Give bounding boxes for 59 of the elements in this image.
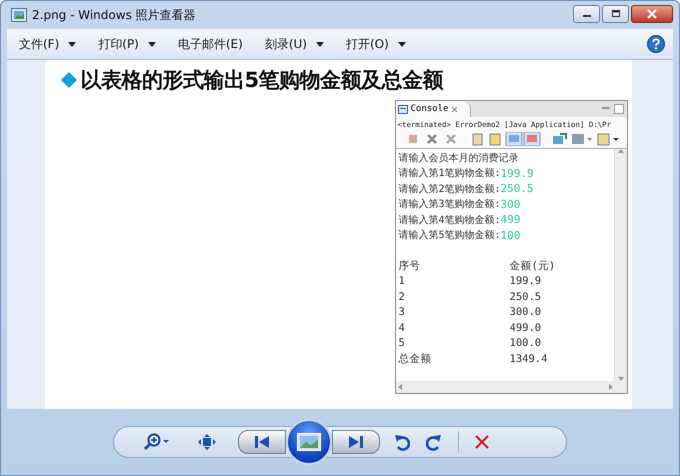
- prompt-text: 请输入第1笔购物金额:: [398, 166, 501, 180]
- maximize-icon[interactable]: [614, 104, 624, 114]
- zoom-icon[interactable]: [144, 433, 170, 451]
- input-value: 100: [500, 228, 520, 242]
- table-cell-text: 2: [398, 290, 406, 303]
- help-icon[interactable]: [647, 35, 665, 53]
- menu-item[interactable]: 刻录(U): [256, 34, 332, 54]
- table-cell-text: 4: [398, 322, 406, 334]
- input-value: 250.5: [500, 182, 534, 196]
- next-button[interactable]: [332, 430, 380, 454]
- table-cell-text: 1: [398, 275, 406, 288]
- table-cell-text: 300.0: [510, 306, 542, 318]
- delete-icon[interactable]: [475, 435, 489, 449]
- column-header: 金额(元): [510, 258, 556, 273]
- next-icon: [349, 435, 363, 449]
- table-cell-text: 3: [398, 306, 406, 318]
- close-icon: [646, 9, 658, 19]
- prompt-text: 请输入第2笔购物金额:: [398, 182, 501, 196]
- slide-heading: 以表格的形式输出5笔购物金额及总金额: [44, 60, 632, 94]
- previous-button[interactable]: [238, 430, 286, 454]
- app-icon: [11, 8, 27, 22]
- maximize-icon: [610, 10, 620, 18]
- menu-item[interactable]: 打印(P): [90, 34, 164, 54]
- caret-icon: [316, 42, 324, 46]
- fit-window-icon[interactable]: [198, 434, 216, 450]
- caret-icon: [148, 42, 156, 46]
- input-value: 300: [500, 198, 520, 211]
- caret-icon: [398, 42, 406, 46]
- window-title: 2.png - Windows 照片查看器: [32, 6, 196, 24]
- caret-icon: [68, 42, 76, 46]
- table-cell-text: 100.0: [510, 337, 542, 350]
- menu-item[interactable]: 电子邮件(E): [170, 34, 251, 54]
- input-value: 199.9: [500, 166, 534, 180]
- minimize-button[interactable]: [573, 5, 600, 23]
- close-button[interactable]: [631, 5, 673, 23]
- prompt-text: 请输入第5笔购物金额:: [398, 228, 501, 242]
- table-cell-text: 250.5: [510, 290, 542, 303]
- column-header: 序号: [398, 258, 422, 273]
- table-cell-text: 总金额: [398, 352, 432, 366]
- previous-icon: [255, 435, 269, 449]
- rotate-left-icon[interactable]: [394, 433, 410, 451]
- input-value: 499: [500, 213, 520, 226]
- menu-item[interactable]: 打开(O): [338, 34, 414, 54]
- console-icon: [398, 104, 408, 114]
- picture-icon: [297, 433, 321, 451]
- menu-item[interactable]: 文件(F): [11, 34, 84, 54]
- diamond-icon: [60, 72, 76, 88]
- prompt-text: 请输入第4笔购物金额:: [398, 214, 501, 227]
- prompt-text: 请输入第3笔购物金额:: [398, 198, 501, 212]
- table-cell-text: 199.9: [510, 275, 542, 288]
- close-icon[interactable]: [451, 106, 458, 112]
- table-cell-text: 5: [398, 337, 406, 350]
- table-cell-text: 499.0: [510, 322, 542, 334]
- table-cell-text: 1349.4: [510, 352, 548, 365]
- rotate-right-icon[interactable]: [426, 433, 442, 451]
- maximize-button[interactable]: [602, 5, 629, 23]
- slideshow-button[interactable]: [286, 419, 332, 465]
- console-tab[interactable]: Console: [396, 101, 472, 117]
- console-line: 请输入会员本月的消费记录: [398, 152, 520, 166]
